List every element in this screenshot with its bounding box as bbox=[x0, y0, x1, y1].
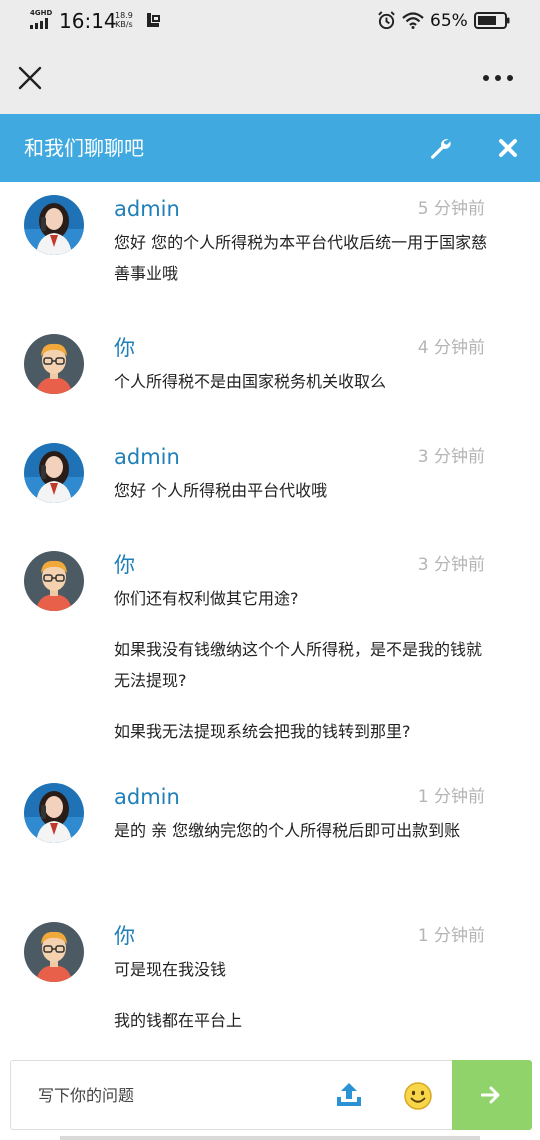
wifi-icon bbox=[402, 12, 424, 29]
message-text: 如果我没有钱缴纳这个个人所得税，是不是我的钱就无法提现? bbox=[114, 640, 483, 690]
wrench-icon[interactable] bbox=[428, 136, 452, 160]
battery-icon bbox=[474, 12, 510, 29]
admin-avatar bbox=[24, 195, 84, 255]
close-chat-icon[interactable] bbox=[496, 136, 520, 160]
sender-name: 你 bbox=[114, 553, 135, 577]
message-time: 3 分钟前 bbox=[417, 447, 485, 467]
bottom-divider bbox=[60, 1136, 480, 1140]
message-text: 可是现在我没钱 bbox=[114, 960, 227, 979]
message-composer bbox=[10, 1060, 532, 1130]
message-text: 如果我无法提现系统会把我的钱转到那里? bbox=[114, 722, 411, 741]
upload-icon[interactable] bbox=[335, 1082, 363, 1108]
message-body: 个人所得税不是由国家税务机关收取么 bbox=[114, 366, 494, 397]
send-button[interactable] bbox=[452, 1060, 532, 1130]
network-type: 4GHD bbox=[30, 9, 53, 17]
message-body: 可是现在我没钱 我的钱都在平台上 bbox=[114, 954, 494, 1036]
browser-nav-bar bbox=[0, 42, 540, 114]
battery-percent: 65% bbox=[430, 11, 468, 31]
sender-name: 你 bbox=[114, 924, 135, 948]
message-text: 你们还有权利做其它用途? bbox=[114, 589, 299, 608]
app-notification-icon bbox=[147, 13, 160, 27]
message-time: 5 分钟前 bbox=[417, 199, 485, 219]
speed-value: 18.9 bbox=[115, 11, 133, 20]
emoji-icon[interactable] bbox=[403, 1081, 433, 1111]
user-avatar bbox=[24, 551, 84, 611]
alarm-icon bbox=[378, 11, 395, 30]
message-text: 您好 您的个人所得税为本平台代收后统一用于国家慈善事业哦 bbox=[114, 233, 488, 283]
message-text: 个人所得税不是由国家税务机关收取么 bbox=[114, 372, 387, 391]
message-body: 你们还有权利做其它用途? 如果我没有钱缴纳这个个人所得税，是不是我的钱就无法提现… bbox=[114, 583, 494, 747]
sender-name: admin bbox=[114, 197, 180, 221]
network-speed: 18.9 KB/s bbox=[115, 11, 133, 29]
message-text: 我的钱都在平台上 bbox=[114, 1011, 243, 1030]
arrow-right-icon bbox=[481, 1086, 500, 1104]
speed-unit: KB/s bbox=[115, 20, 133, 29]
message-time: 4 分钟前 bbox=[417, 338, 485, 358]
user-avatar bbox=[24, 334, 84, 394]
sender-name: admin bbox=[114, 785, 180, 809]
message-time: 1 分钟前 bbox=[417, 787, 485, 807]
sender-name: admin bbox=[114, 445, 180, 469]
message-list[interactable]: admin 5 分钟前 您好 您的个人所得税为本平台代收后统一用于国家慈善事业哦… bbox=[0, 182, 540, 1060]
close-icon[interactable] bbox=[12, 60, 48, 96]
user-avatar bbox=[24, 922, 84, 982]
admin-avatar bbox=[24, 443, 84, 503]
more-dots-icon[interactable] bbox=[478, 66, 518, 90]
chat-title: 和我们聊聊吧 bbox=[24, 136, 144, 160]
message-text: 是的 亲 您缴纳完您的个人所得税后即可出款到账 bbox=[114, 821, 461, 840]
message-time: 1 分钟前 bbox=[417, 926, 485, 946]
message-body: 您好 您的个人所得税为本平台代收后统一用于国家慈善事业哦 bbox=[114, 227, 494, 289]
chat-header: 和我们聊聊吧 bbox=[0, 114, 540, 182]
message-body: 您好 个人所得税由平台代收哦 bbox=[114, 475, 494, 506]
clock: 16:14 bbox=[59, 9, 117, 33]
admin-avatar bbox=[24, 783, 84, 843]
sender-name: 你 bbox=[114, 336, 135, 360]
message-time: 3 分钟前 bbox=[417, 555, 485, 575]
message-text: 您好 个人所得税由平台代收哦 bbox=[114, 481, 328, 500]
message-input[interactable] bbox=[12, 1062, 327, 1128]
message-body: 是的 亲 您缴纳完您的个人所得税后即可出款到账 bbox=[114, 815, 494, 846]
status-bar: 4GHD 16:14 18.9 KB/s 65% bbox=[0, 0, 540, 42]
signal-icon bbox=[30, 18, 48, 29]
